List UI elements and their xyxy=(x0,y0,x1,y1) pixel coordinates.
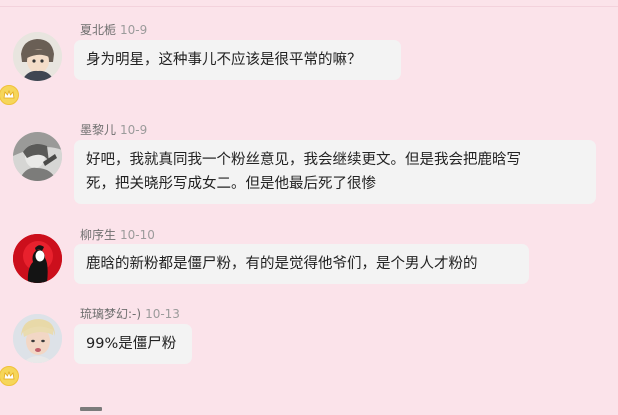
comment-bubble: 身为明星，这种事儿不应该是很平常的嘛？ xyxy=(74,40,401,80)
comment-text-line: 好吧，我就真同我一个粉丝意见，我会继续更文。但是我会把鹿晗写 xyxy=(86,152,521,168)
sketch-avatar-icon[interactable] xyxy=(13,132,62,181)
username-link[interactable]: 夏北栀 xyxy=(80,23,116,37)
divider xyxy=(0,6,618,7)
crown-icon xyxy=(0,366,19,386)
username-link[interactable]: 柳序生 xyxy=(80,228,116,242)
comment-date: 10-9 xyxy=(120,123,148,137)
comment-meta: 夏北栀 10-9 xyxy=(80,21,147,38)
comment-bubble: 好吧，我就真同我一个粉丝意见，我会继续更文。但是我会把鹿晗写 死，把关晓彤写成女… xyxy=(74,140,596,204)
next-comment-username-stub xyxy=(80,407,102,411)
comment-date: 10-9 xyxy=(120,23,148,37)
comment-text-line: 身为明星，这种事儿不应该是很平常的嘛？ xyxy=(86,52,362,68)
comment-date: 10-10 xyxy=(120,228,155,242)
username-link[interactable]: 琉璃梦幻:-) xyxy=(80,307,141,321)
comment-text-line: 鹿晗的新粉都是僵尸粉，有的是觉得他爷们，是个男人才粉的 xyxy=(86,256,478,272)
comment-date: 10-13 xyxy=(145,307,180,321)
blonde-portrait-avatar-icon[interactable] xyxy=(13,314,62,363)
comment-text-line: 99%是僵尸粉 xyxy=(86,336,177,352)
comment-bubble: 99%是僵尸粉 xyxy=(74,324,192,364)
red-silhouette-avatar-icon[interactable] xyxy=(13,234,62,283)
comment-bubble: 鹿晗的新粉都是僵尸粉，有的是觉得他爷们，是个男人才粉的 xyxy=(74,244,529,284)
comment-meta: 墨黎儿 10-9 xyxy=(80,121,147,138)
username-link[interactable]: 墨黎儿 xyxy=(80,123,116,137)
comment-meta: 琉璃梦幻:-) 10-13 xyxy=(80,305,180,322)
anime-boy-avatar-icon[interactable] xyxy=(13,32,62,81)
comment-text-line: 死，把关晓彤写成女二。但是他最后死了很惨 xyxy=(86,176,376,192)
crown-icon xyxy=(0,85,19,105)
comment-meta: 柳序生 10-10 xyxy=(80,226,155,243)
